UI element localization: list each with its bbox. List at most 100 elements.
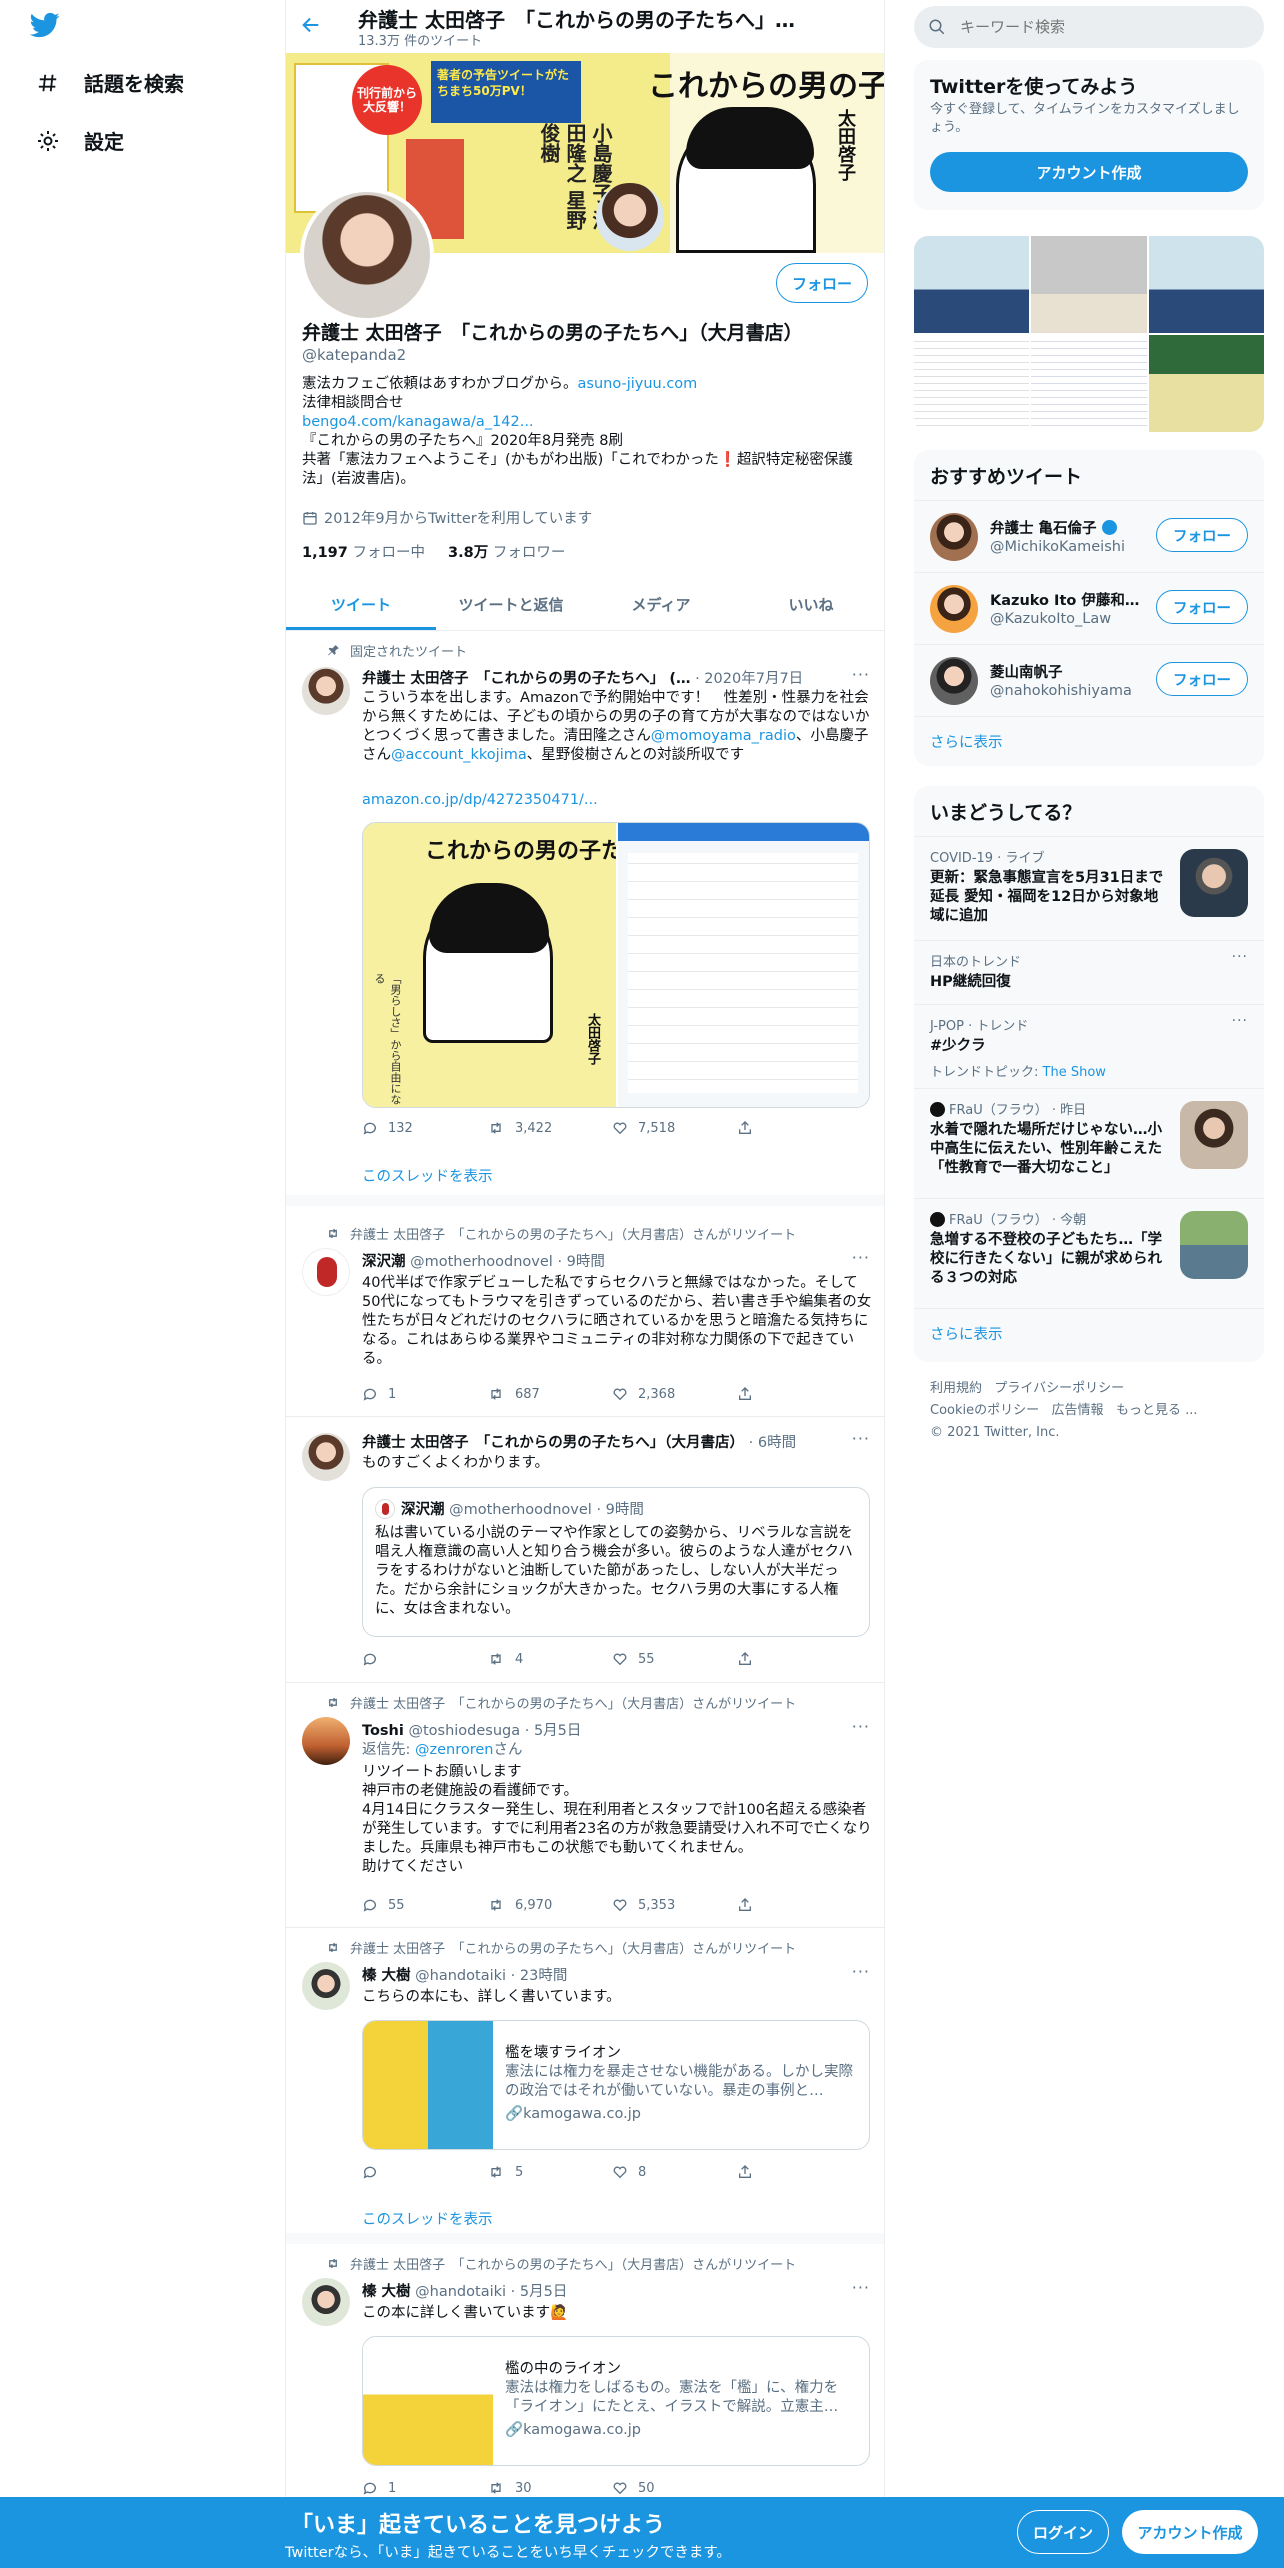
tweet-handle-time[interactable]: @toshiodesuga · 5月5日 xyxy=(408,1723,581,1739)
bio-link-2[interactable]: bengo4.com/kanagawa/a_142... xyxy=(302,414,534,430)
follow-button[interactable]: フォロー xyxy=(1156,518,1248,552)
trend-item[interactable]: FRaU（フラウ） · 昨日 水着で隠れた場所だけじゃない…小中高生に伝えたい、… xyxy=(914,1088,1264,1198)
login-button[interactable]: ログイン xyxy=(1017,2510,1109,2554)
link-card[interactable]: 檻を壊すライオン 憲法には権力を暴走させない機能がある。しかし実際の政治ではそれ… xyxy=(362,2020,870,2150)
recommended-user[interactable]: 弁護士 亀石倫子 @MichikoKameishi フォロー xyxy=(914,500,1264,572)
search-box[interactable] xyxy=(914,6,1264,48)
tweet-avatar[interactable] xyxy=(302,1248,350,1296)
footer-link-cookies[interactable]: Cookieのポリシー xyxy=(930,1403,1039,1418)
retweet-button[interactable]: 5 xyxy=(487,2164,612,2180)
back-arrow-icon[interactable] xyxy=(300,14,326,40)
show-thread-link[interactable]: このスレッドを表示 xyxy=(362,2208,493,2229)
share-icon[interactable] xyxy=(737,1897,777,1913)
tweet-quote[interactable]: 弁護士 太田啓子 「これからの男の子たちへ」（大月書店） · 6時間 ··· も… xyxy=(286,1417,884,1683)
more-options-icon[interactable]: ··· xyxy=(1232,1013,1248,1029)
mention-link[interactable]: @momoyama_radio xyxy=(651,728,796,744)
retweet-button[interactable]: 30 xyxy=(487,2480,612,2496)
media-thumb[interactable] xyxy=(914,236,1030,333)
more-options-icon[interactable]: ··· xyxy=(852,665,870,684)
retweet-button[interactable]: 4 xyxy=(487,1651,612,1667)
more-options-icon[interactable]: ··· xyxy=(852,1248,870,1267)
trend-item[interactable]: 日本のトレンド HP継続回復 ··· xyxy=(914,940,1264,1004)
more-options-icon[interactable]: ··· xyxy=(852,1429,870,1448)
retweet-button[interactable]: 3,422 xyxy=(487,1120,612,1136)
like-button[interactable]: 55 xyxy=(612,1651,737,1667)
follow-button[interactable]: フォロー xyxy=(1156,590,1248,624)
share-icon[interactable] xyxy=(737,1120,777,1136)
like-button[interactable]: 2,368 xyxy=(612,1386,737,1402)
more-options-icon[interactable]: ··· xyxy=(1232,949,1248,965)
tweet-retweeted[interactable]: 弁護士 太田啓子 「これからの男の子たちへ」（大月書店）さんがリツイート 榛 大… xyxy=(286,2244,884,2504)
footer-link-privacy[interactable]: プライバシーポリシー xyxy=(994,1381,1124,1396)
show-more-link[interactable]: さらに表示 xyxy=(930,1323,1003,1344)
like-button[interactable]: 50 xyxy=(612,2480,737,2496)
media-thumb[interactable] xyxy=(914,335,1030,432)
footer-link-terms[interactable]: 利用規約 xyxy=(930,1381,982,1396)
show-more-row[interactable]: さらに表示 xyxy=(914,1308,1264,1362)
tweet-author-name[interactable]: Toshi xyxy=(362,1723,404,1739)
reply-button[interactable]: 55 xyxy=(362,1897,487,1913)
reply-button[interactable]: 1 xyxy=(362,1386,487,1402)
tweet-handle-time[interactable]: @handotaiki · 5月5日 xyxy=(415,2284,567,2300)
tweet-avatar[interactable] xyxy=(302,1962,350,2010)
tweet-author-name[interactable]: 弁護士 太田啓子 「これからの男の子たちへ」 (… xyxy=(362,671,690,687)
tweet-handle-time[interactable]: @motherhoodnovel · 9時間 xyxy=(410,1254,605,1270)
tweet-author-name[interactable]: 榛 大樹 xyxy=(362,2284,411,2300)
follow-button[interactable]: フォロー xyxy=(776,263,868,303)
tweet-author-name[interactable]: 深沢潮 xyxy=(362,1254,406,1270)
trend-item[interactable]: COVID-19 · ライブ 更新：緊急事態宣言を5月31日まで延長 愛知・福岡… xyxy=(914,836,1264,940)
search-input[interactable] xyxy=(960,18,1230,36)
recommended-user[interactable]: 菱山南帆子 @nahokohishiyama フォロー xyxy=(914,644,1264,716)
followers-link[interactable]: 3.8万 フォロワー xyxy=(448,545,565,561)
more-options-icon[interactable]: ··· xyxy=(852,2278,870,2297)
tweet-time[interactable]: · 6時間 xyxy=(749,1435,796,1451)
reply-button[interactable]: 1 xyxy=(362,2480,487,2496)
bio-link-1[interactable]: asuno-jiyuu.com xyxy=(578,376,698,392)
tweet-handle-time[interactable]: @handotaiki · 23時間 xyxy=(415,1968,567,1984)
tweet-avatar[interactable] xyxy=(302,1717,350,1765)
reply-button[interactable] xyxy=(362,1651,487,1667)
mention-link[interactable]: @account_kkojima xyxy=(391,747,527,763)
tweet-avatar[interactable] xyxy=(302,667,350,715)
media-thumb[interactable] xyxy=(1148,335,1264,432)
tweet-link[interactable]: amazon.co.jp/dp/4272350471/... xyxy=(362,791,872,810)
retweet-button[interactable]: 687 xyxy=(487,1386,612,1402)
nav-explore[interactable]: 話題を検索 xyxy=(34,68,184,97)
tweet-avatar[interactable] xyxy=(302,1433,350,1481)
twitter-logo-icon[interactable] xyxy=(28,10,68,50)
media-thumb[interactable] xyxy=(1031,335,1147,432)
reply-button[interactable]: 132 xyxy=(362,1120,487,1136)
show-more-link[interactable]: さらに表示 xyxy=(930,731,1003,752)
show-thread-link[interactable]: このスレッドを表示 xyxy=(362,1165,493,1186)
reply-button[interactable] xyxy=(362,2164,487,2180)
more-options-icon[interactable]: ··· xyxy=(852,1717,870,1736)
media-thumb[interactable] xyxy=(1148,236,1264,333)
book-cover-image[interactable]: これからの男の子たちへ 「男らしさ」から自由になる 太田啓子 xyxy=(363,823,667,1107)
tab-tweets-replies[interactable]: ツイートと返信 xyxy=(436,578,586,630)
media-thumb[interactable] xyxy=(1031,236,1147,333)
recommended-user[interactable]: Kazuko Ito 伊藤和子… @KazukoIto_Law フォロー xyxy=(914,572,1264,644)
tweet-author-name[interactable]: 弁護士 太田啓子 「これからの男の子たちへ」（大月書店） xyxy=(362,1435,744,1451)
footer-link-ads[interactable]: 広告情報 xyxy=(1052,1403,1104,1418)
tweet-retweeted[interactable]: 弁護士 太田啓子 「これからの男の子たちへ」（大月書店）さんがリツイート 榛 大… xyxy=(286,1928,884,2244)
screenshot-image[interactable] xyxy=(616,823,869,1107)
signup-button[interactable]: アカウント作成 xyxy=(1122,2510,1258,2554)
quoted-tweet[interactable]: 深沢潮 @motherhoodnovel · 9時間 私は書いている小説のテーマ… xyxy=(362,1487,870,1637)
tweet-media[interactable]: これからの男の子たちへ 「男らしさ」から自由になる 太田啓子 xyxy=(362,822,870,1108)
footer-link-more[interactable]: もっと見る ... xyxy=(1116,1403,1198,1418)
tweet-pinned[interactable]: 固定されたツイート 弁護士 太田啓子 「これからの男の子たちへ」 (… · 20… xyxy=(286,631,884,1206)
following-link[interactable]: 1,197 フォロー中 xyxy=(302,545,425,561)
tab-media[interactable]: メディア xyxy=(586,578,736,630)
more-options-icon[interactable]: ··· xyxy=(852,1962,870,1981)
create-account-button[interactable]: アカウント作成 xyxy=(930,152,1248,192)
trend-item[interactable]: FRaU（フラウ） · 今朝 急増する不登校の子どもたち…「学校に行きたくない」… xyxy=(914,1198,1264,1308)
share-icon[interactable] xyxy=(737,2164,777,2180)
show-more-row[interactable]: さらに表示 xyxy=(914,716,1264,766)
like-button[interactable]: 7,518 xyxy=(612,1120,737,1136)
retweet-button[interactable]: 6,970 xyxy=(487,1897,612,1913)
tweet-author-name[interactable]: 榛 大樹 xyxy=(362,1968,411,1984)
link-card[interactable]: 檻の中のライオン 憲法は権力をしばるもの。憲法を「檻」に、権力を「ライオン」にた… xyxy=(362,2336,870,2466)
share-icon[interactable] xyxy=(737,1386,777,1402)
tweet-time[interactable]: · 2020年7月7日 xyxy=(695,671,803,687)
trend-item[interactable]: J-POP · トレンド #少クラ トレンドトピック: The Show ··· xyxy=(914,1004,1264,1088)
